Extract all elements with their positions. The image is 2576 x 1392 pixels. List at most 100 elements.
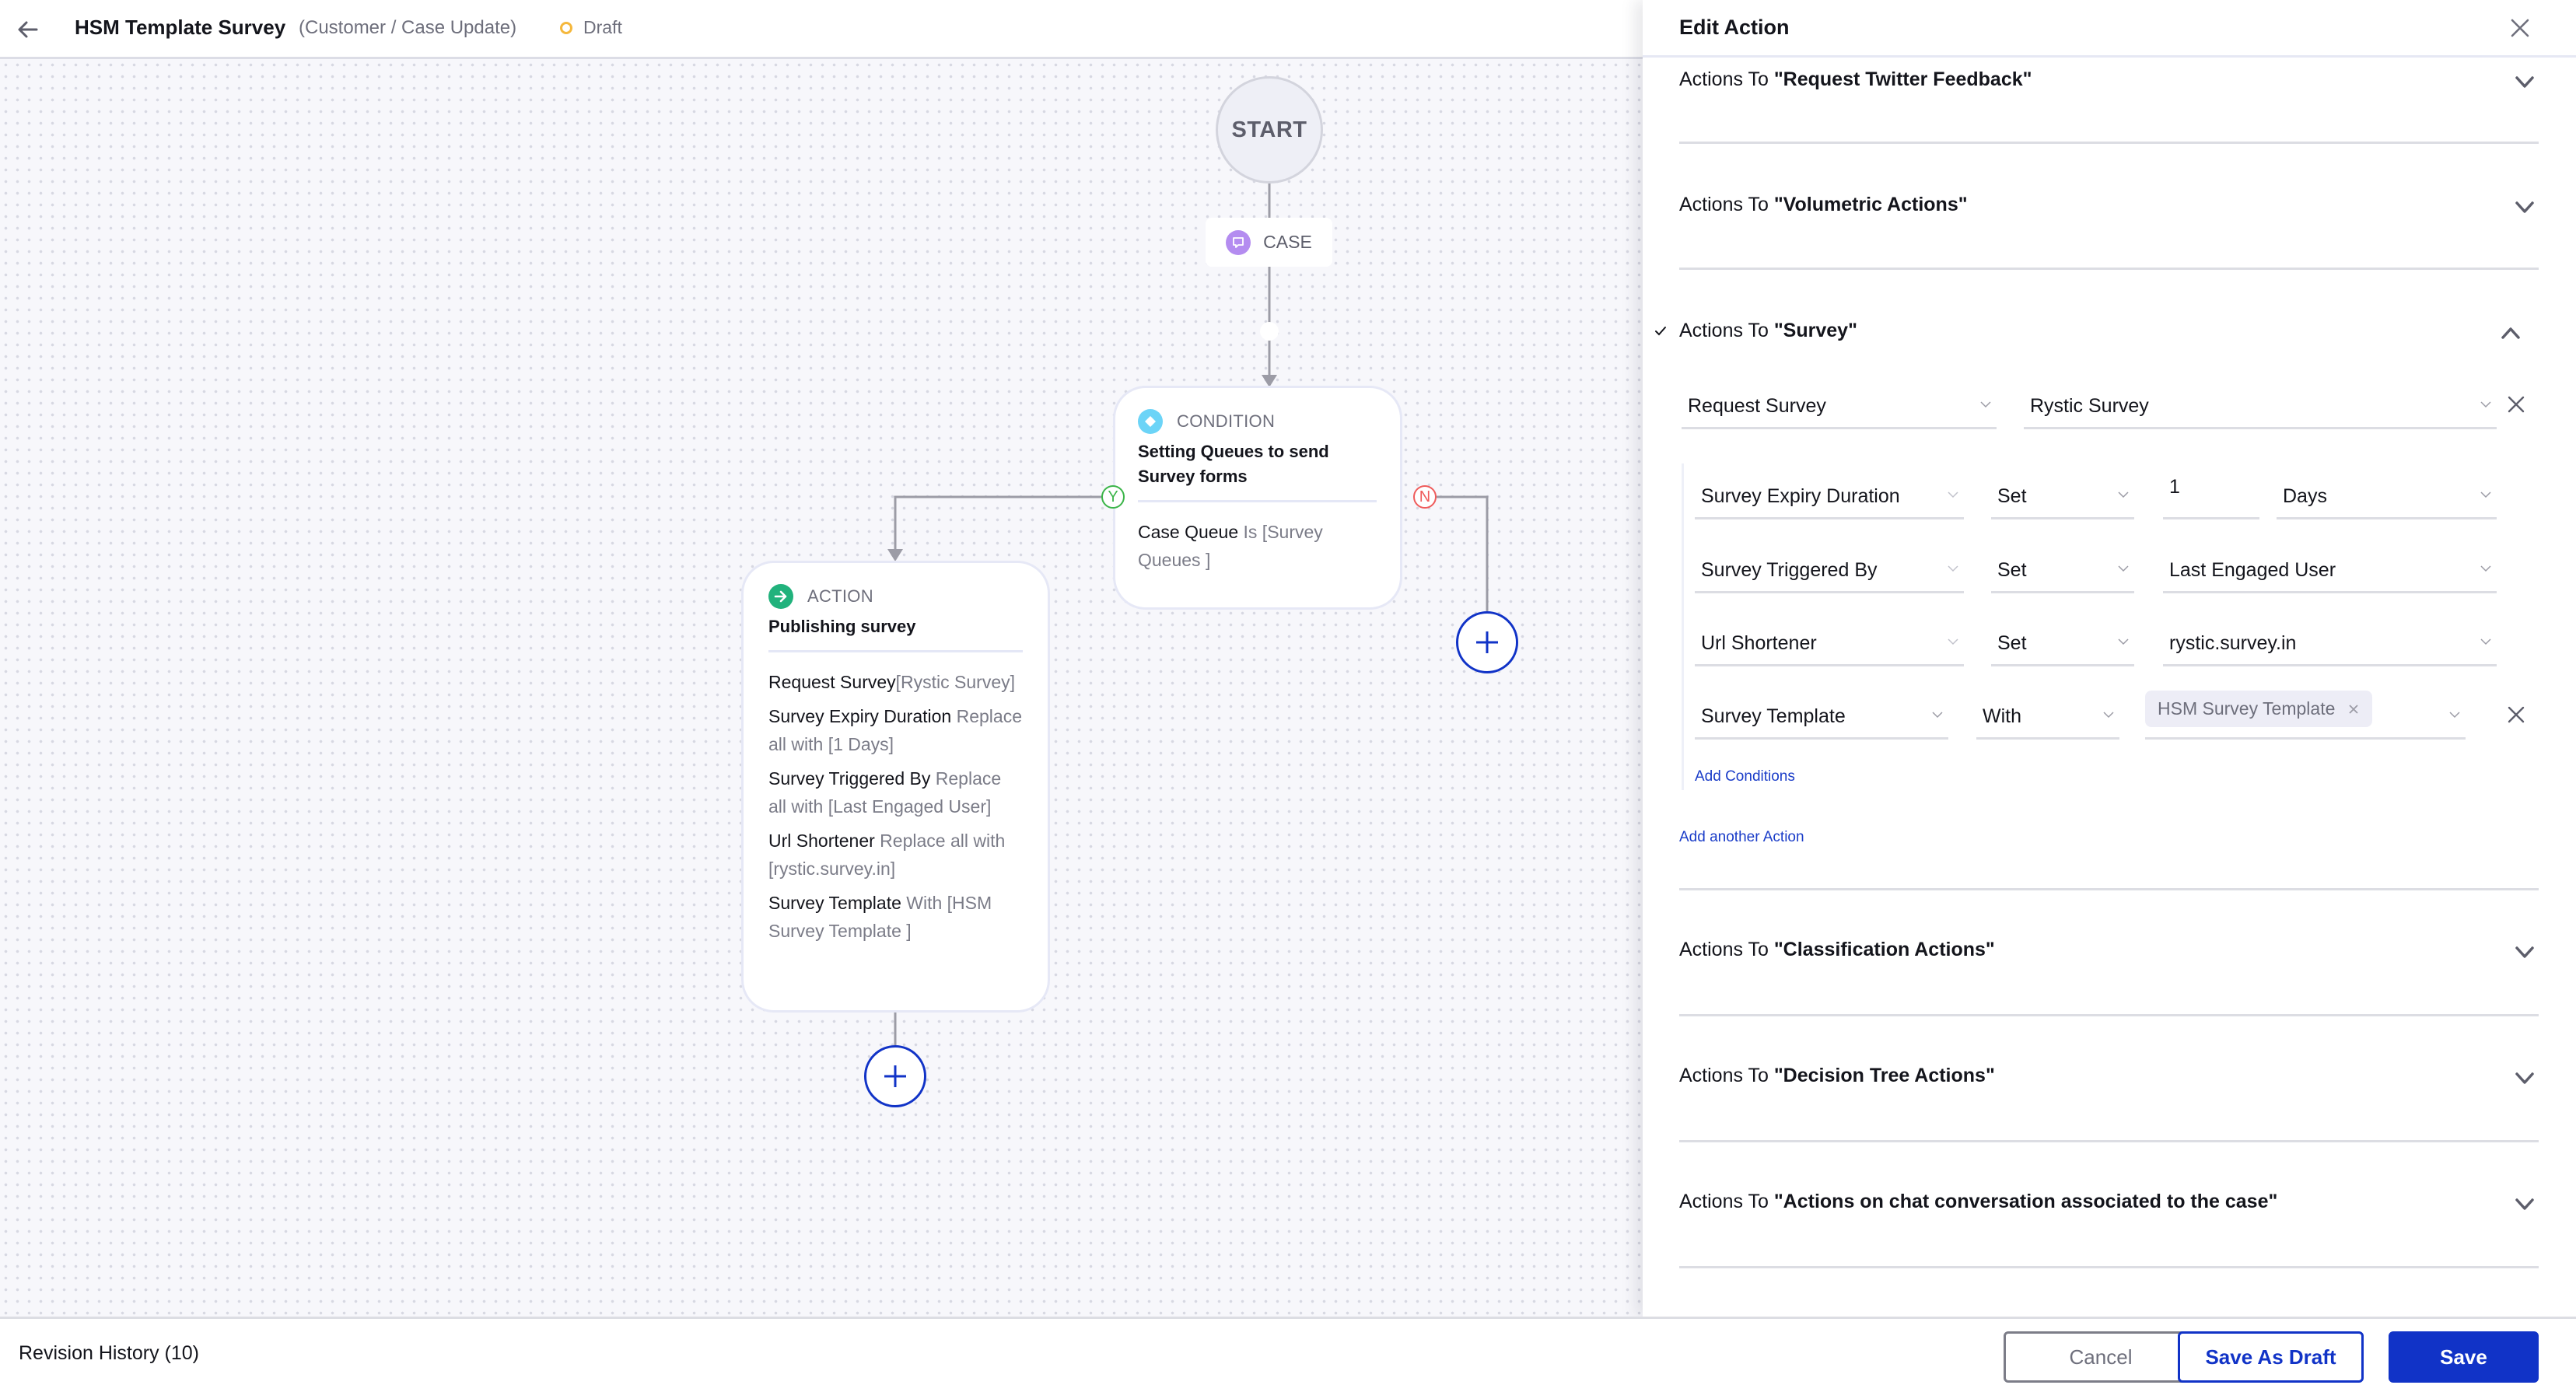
node-type-row: ACTION: [768, 583, 1023, 610]
node-type-label: ACTION: [807, 586, 873, 606]
condition-value-select[interactable]: rystic.survey.in: [2163, 620, 2497, 666]
remove-condition-icon[interactable]: [2504, 703, 2528, 726]
plus-icon: [884, 1065, 906, 1087]
label-name: "Classification Actions": [1773, 939, 1995, 960]
chevron-down-icon: [2118, 638, 2129, 645]
add-node-button[interactable]: [864, 1045, 926, 1107]
label-name: "Survey": [1773, 320, 1857, 341]
add-another-action-link[interactable]: Add another Action: [1679, 829, 1804, 846]
accordion-classification-actions[interactable]: Actions To "Classification Actions": [1679, 890, 2539, 1016]
accordion-volumetric-actions[interactable]: Actions To "Volumetric Actions": [1679, 144, 2539, 270]
chat-bubble-icon: [1226, 229, 1251, 255]
save-button[interactable]: Save: [2389, 1331, 2539, 1383]
chevron-down-icon: [1948, 565, 1958, 572]
revision-history-link[interactable]: Revision History (10): [19, 1342, 199, 1365]
chevron-down-icon[interactable]: [2511, 939, 2539, 967]
diamond-icon: [1138, 409, 1163, 434]
condition-node[interactable]: CONDITION Setting Queues to send Survey …: [1113, 386, 1402, 610]
select-value: Rystic Survey: [2030, 395, 2149, 417]
node-type-row: CONDITION: [1138, 408, 1377, 435]
accordion-chat-conversation-actions[interactable]: Actions To "Actions on chat conversation…: [1679, 1142, 2539, 1268]
accordion-label: Actions To "Request Twitter Feedback": [1679, 68, 2032, 91]
junction-dot: [1260, 322, 1279, 341]
tag-label: HSM Survey Template: [2158, 698, 2336, 719]
accordion-label: Actions To "Classification Actions": [1679, 939, 1995, 961]
connector-no-branch: [1437, 495, 1489, 611]
action-line-field: Request Survey: [768, 672, 896, 692]
accordion-label: Actions To "Volumetric Actions": [1679, 194, 1968, 216]
chevron-down-icon[interactable]: [2511, 194, 2539, 222]
action-node[interactable]: ACTION Publishing survey Request Survey[…: [741, 561, 1050, 1013]
back-button[interactable]: [12, 14, 44, 45]
condition-field-select[interactable]: Url Shortener: [1695, 620, 1964, 666]
action-type-select[interactable]: Request Survey: [1682, 383, 1997, 429]
condition-value-select[interactable]: Last Engaged User: [2163, 547, 2497, 593]
accordion-label: Actions To "Actions on chat conversation…: [1679, 1191, 2277, 1213]
footer-bar: Revision History (10) Cancel Save As Dra…: [0, 1317, 2576, 1392]
status-label: Draft: [583, 17, 622, 37]
action-line-field: Survey Template: [768, 893, 901, 913]
chevron-up-icon[interactable]: [2497, 319, 2525, 347]
select-value: Days: [2283, 485, 2327, 507]
action-line: Url Shortener Replace all with [rystic.s…: [768, 827, 1023, 883]
add-node-button[interactable]: [1456, 611, 1518, 673]
action-line-field: Survey Triggered By: [768, 768, 931, 789]
select-value: Url Shortener: [1701, 632, 1817, 654]
chevron-down-icon[interactable]: [2511, 1191, 2539, 1219]
add-conditions-link[interactable]: Add Conditions: [1695, 768, 1795, 785]
label-name: "Request Twitter Feedback": [1773, 68, 2032, 90]
select-value: Survey Template: [1701, 705, 1846, 727]
template-tag: HSM Survey Template: [2145, 691, 2373, 727]
close-icon: [2511, 19, 2529, 37]
condition-operator-select[interactable]: Set: [1991, 473, 2134, 519]
chevron-down-icon: [2449, 712, 2460, 719]
condition-field-select[interactable]: Survey Triggered By: [1695, 547, 1964, 593]
save-as-draft-button[interactable]: Save As Draft: [2178, 1331, 2364, 1383]
accordion-request-twitter-feedback[interactable]: Actions To "Request Twitter Feedback": [1679, 58, 2539, 144]
select-value: Last Engaged User: [2169, 559, 2336, 581]
action-line-field: Url Shortener: [768, 831, 875, 851]
condition-rule: Case Queue Is [Survey Queues ]: [1138, 518, 1377, 574]
select-value: Set: [1997, 632, 2027, 654]
start-node[interactable]: START: [1216, 76, 1323, 184]
chevron-down-icon: [2480, 491, 2491, 498]
select-value: Request Survey: [1688, 395, 1826, 417]
accordion-decision-tree-actions[interactable]: Actions To "Decision Tree Actions": [1679, 1016, 2539, 1142]
action-line: Survey Triggered By Replace all with [La…: [768, 764, 1023, 820]
duration-unit-select[interactable]: Days: [2277, 473, 2497, 519]
select-value: Survey Triggered By: [1701, 559, 1878, 581]
draft-status-icon: [560, 21, 572, 34]
yes-port[interactable]: Y: [1101, 485, 1125, 509]
page-subtitle: (Customer / Case Update): [299, 17, 517, 38]
remove-tag-icon[interactable]: [2347, 703, 2360, 715]
condition-operator-select[interactable]: Set: [1991, 620, 2134, 666]
arrow-head-action: [887, 549, 903, 561]
select-value: Set: [1997, 485, 2027, 507]
chevron-down-icon[interactable]: [2511, 1065, 2539, 1093]
chevron-down-icon: [1948, 638, 1958, 645]
case-trigger-node[interactable]: CASE: [1206, 218, 1332, 267]
condition-operator-select[interactable]: Set: [1991, 547, 2134, 593]
condition-operator-select[interactable]: With: [1976, 693, 2119, 740]
chevron-down-icon: [2480, 638, 2491, 645]
close-panel-button[interactable]: [2504, 12, 2536, 44]
duration-value-input[interactable]: 1: [2163, 473, 2259, 519]
action-line: Survey Expiry Duration Replace all with …: [768, 702, 1023, 758]
accordion-label[interactable]: Actions To "Survey": [1679, 320, 1857, 342]
remove-action-icon[interactable]: [2504, 393, 2528, 416]
chevron-down-icon: [2480, 565, 2491, 572]
case-label: CASE: [1263, 232, 1312, 252]
label-name: "Actions on chat conversation associated…: [1773, 1191, 2278, 1212]
arrow-left-icon: [18, 21, 38, 38]
node-divider: [1138, 500, 1377, 502]
condition-field-select[interactable]: Survey Expiry Duration: [1695, 473, 1964, 519]
chevron-down-icon[interactable]: [2511, 68, 2539, 96]
label-prefix: Actions To: [1679, 320, 1774, 341]
cancel-button[interactable]: Cancel: [2004, 1331, 2198, 1383]
workflow-canvas[interactable]: START CASE CONDITION Setting Queues to s…: [0, 59, 1643, 1317]
accordion-label: Actions To "Decision Tree Actions": [1679, 1065, 1995, 1087]
condition-field-select[interactable]: Survey Template: [1695, 693, 1948, 740]
no-port[interactable]: N: [1413, 485, 1437, 509]
action-value-select[interactable]: Rystic Survey: [2024, 383, 2497, 429]
condition-title: Setting Queues to send Survey forms: [1138, 442, 1329, 486]
